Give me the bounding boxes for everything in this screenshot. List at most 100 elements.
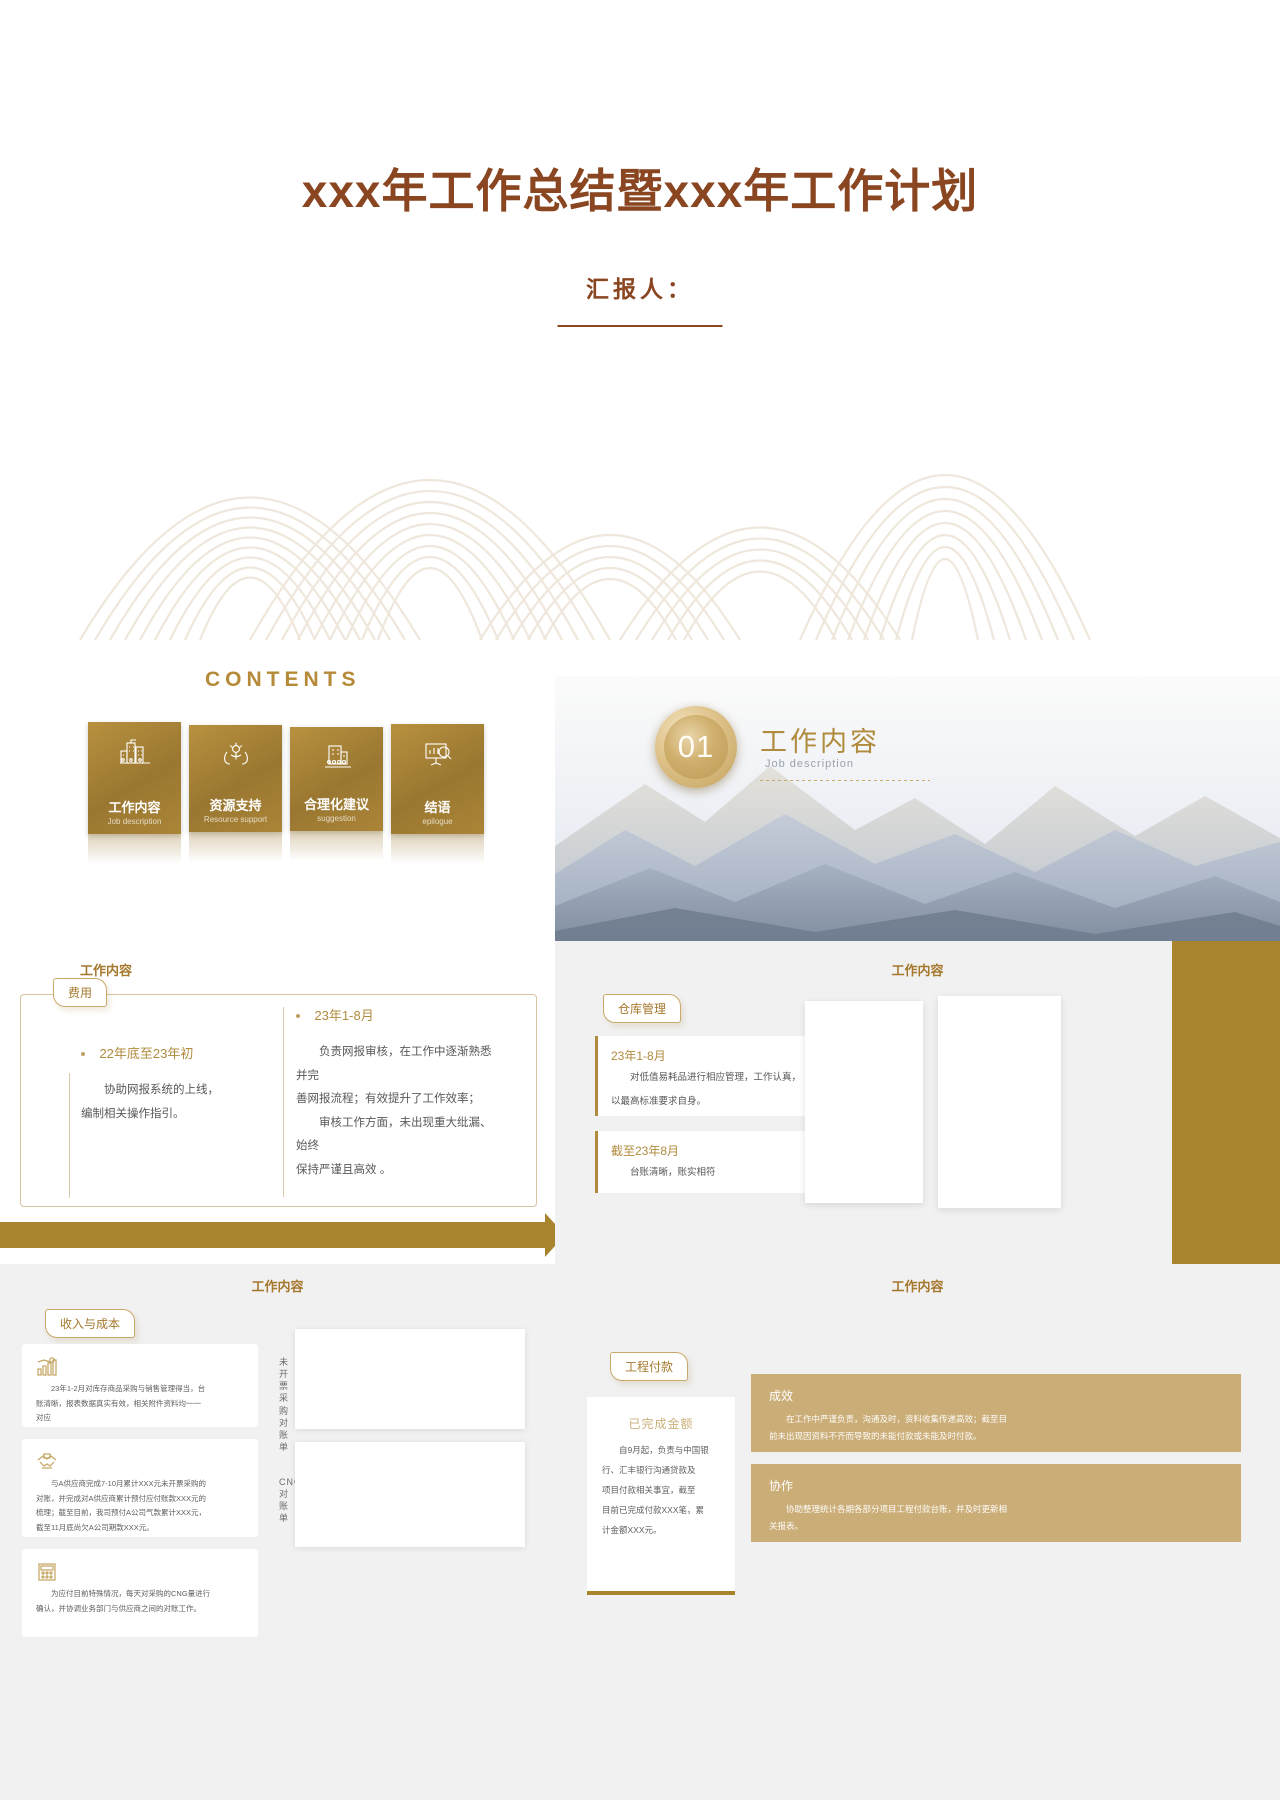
timeline-entry-right: 23年1-8月 负责网报审核，在工作中逐渐熟悉并完 善网报流程；有效提升了工作效… xyxy=(296,1005,496,1182)
accent-bar xyxy=(1172,941,1280,1264)
timeline-body-line: 善网报流程；有效提升了工作效率； xyxy=(296,1093,480,1106)
pill-label: 工程付款 xyxy=(610,1352,689,1381)
contents-card-label-en: Job description xyxy=(107,817,162,826)
timeline-body-line: 保持严谨且高效 。 xyxy=(296,1163,392,1176)
table-placeholder xyxy=(295,1442,525,1547)
revenue-item-line: 对应 xyxy=(36,1413,51,1423)
pill-label: 收入与成本 xyxy=(45,1309,136,1338)
warehouse-item-line: 台账清晰，账实相符 xyxy=(630,1167,716,1178)
payment-block-line: 协助整理统计各期各部分项目工程付款台账，并及时更新相 xyxy=(786,1504,1008,1514)
image-placeholder xyxy=(805,1001,923,1203)
revenue-item-line: 与A供应商完成7-10月累计XXX元未开票采购的 xyxy=(51,1479,207,1488)
payment-collaboration-block: 协作 协助整理统计各期各部分项目工程付款台账，并及时更新相 关报表。 xyxy=(751,1464,1241,1542)
contents-heading: CONTENTS xyxy=(205,668,361,691)
section-title-underline xyxy=(760,780,930,781)
warehouse-item-date: 截至23年8月 xyxy=(611,1144,680,1158)
timeline-body-line: 负责网报审核，在工作中逐渐熟悉并完 xyxy=(296,1046,492,1082)
hands-plant-icon xyxy=(220,741,252,774)
revenue-item-card: 23年1-2月对库存商品采购与销售管理得当，台 账清晰，报表数据真实有效，相关附… xyxy=(22,1344,258,1427)
contents-card-label-zh: 工作内容 xyxy=(108,799,161,815)
contents-card-label-zh: 合理化建议 xyxy=(303,796,369,812)
contents-slide: CONTENTS 工作内容 Job description 资源支持 Resou… xyxy=(0,640,555,940)
contents-card-label-en: Resource support xyxy=(203,815,268,824)
handshake-gold-icon xyxy=(36,1453,58,1476)
timeline-date-row: 23年1-8月 xyxy=(296,1005,496,1025)
contents-card-label-en: suggestion xyxy=(317,814,356,823)
contents-card-epilogue[interactable]: 结语 epilogue xyxy=(391,724,484,864)
slide-header: 工作内容 xyxy=(891,1279,944,1294)
warehouse-item-date: 23年1-8月 xyxy=(611,1049,666,1063)
contents-card-resource-support[interactable]: 资源支持 Resource support xyxy=(189,725,282,862)
timeline-entry-left: 22年底至23年初 协助网报系统的上线， 编制相关操作指引。 xyxy=(81,1043,281,1126)
revenue-item-line: 截至11月底尚欠A公司期款XXX元。 xyxy=(36,1522,154,1532)
completed-amount-card: 已完成金额 自9月起，负责与中国银 行、汇丰银行沟通贷款及 项目付款相关事宜，截… xyxy=(587,1397,735,1595)
decorative-arrow-band xyxy=(0,1222,545,1248)
pill-label: 费用 xyxy=(53,978,108,1007)
slide-header: 工作内容 xyxy=(80,963,133,978)
timeline-body-line: 审核工作方面，未出现重大纰漏、始终 xyxy=(296,1116,492,1153)
timeline-slide: 工作内容 费用 22年底至23年初 协助网报系统的上线， 编制相关操作指引。 2… xyxy=(0,941,565,1264)
revenue-item-line: 确认，并协调业务部门与供应商之间的对账工作。 xyxy=(36,1603,201,1613)
card-reflection xyxy=(88,834,181,864)
contents-card-list: 工作内容 Job description 资源支持 Resource suppo… xyxy=(88,722,484,864)
bullet-dot-icon xyxy=(81,1051,85,1056)
completed-amount-line: 计金额XXX元。 xyxy=(602,1524,662,1535)
timeline-date: 22年底至23年初 xyxy=(99,1046,194,1061)
timeline-axis-right xyxy=(283,1007,284,1197)
revenue-item-card: 与A供应商完成7-10月累计XXX元未开票采购的 对账，并完成对A供应商累计预付… xyxy=(22,1439,258,1537)
vertical-label-purchase: 未开票采购对账单 xyxy=(279,1357,290,1452)
contents-card-job-description[interactable]: 工作内容 Job description xyxy=(88,722,181,864)
slide-header: 工作内容 xyxy=(891,963,944,978)
city-buildings-icon xyxy=(118,738,152,773)
slide-header: 工作内容 xyxy=(251,1279,304,1294)
table-placeholder xyxy=(295,1329,525,1429)
completed-amount-line: 目前已完成付款XXX笔，累 xyxy=(602,1504,705,1515)
section-title-zh: 工作内容 xyxy=(760,727,880,757)
timeline-body-line: 协助网报系统的上线， xyxy=(104,1084,219,1096)
warehouse-slide: 工作内容 仓库管理 23年1-8月 对低值易耗品进行相应管理，工作认真， 以最高… xyxy=(555,941,1280,1264)
bullet-dot-icon xyxy=(296,1013,300,1018)
revenue-item-line: 为应付目前特殊情况，每天对采购的CNG量进行 xyxy=(51,1589,211,1598)
vertical-label-cng: CNG对账单 xyxy=(279,1477,302,1524)
section-number: 01 xyxy=(677,729,715,764)
image-placeholder xyxy=(938,996,1061,1208)
section-title-en: Job description xyxy=(765,758,854,770)
contents-card-label-zh: 资源支持 xyxy=(209,797,262,813)
presentation-page: xxx年工作总结暨xxx年工作计划 汇报人： CONTENTS 工作内容 Job… xyxy=(0,0,1280,1800)
chart-board-icon xyxy=(422,740,454,773)
revenue-item-line: 对账，并完成对A供应商累计预付应付账款XXX元的 xyxy=(36,1493,207,1503)
payment-block-line: 在工作中严谨负责，沟通及时，资料收集传递高效；截至目 xyxy=(786,1414,1008,1424)
timeline-body-line: 编制相关操作指引。 xyxy=(81,1107,185,1120)
card-reflection xyxy=(290,831,383,861)
card-reflection xyxy=(391,834,484,864)
mountain-lines-decoration xyxy=(0,280,1280,640)
section-number-badge: 01 xyxy=(655,706,737,788)
warehouse-item-line: 对低值易耗品进行相应管理，工作认真， xyxy=(630,1072,802,1083)
completed-amount-line: 项目付款相关事宜，截至 xyxy=(602,1484,696,1495)
contents-card-label-en: epilogue xyxy=(422,817,453,826)
timeline-axis-left xyxy=(69,1073,70,1198)
warehouse-item-card: 截至23年8月 台账清晰，账实相符 xyxy=(595,1131,820,1193)
section-divider-slide: 01 工作内容 Job description xyxy=(555,676,1280,941)
payment-slide: 工作内容 工程付款 已完成金额 自9月起，负责与中国银 行、汇丰银行沟通贷款及 … xyxy=(555,1264,1280,1800)
payment-category-pill: 工程付款 xyxy=(610,1352,689,1381)
warehouse-item-card: 23年1-8月 对低值易耗品进行相应管理，工作认真， 以最高标准要求自身。 xyxy=(595,1036,820,1116)
warehouse-category-pill: 仓库管理 xyxy=(603,994,682,1023)
payment-block-title: 成效 xyxy=(769,1389,794,1403)
pill-label: 仓库管理 xyxy=(603,994,682,1023)
timeline-date-row: 22年底至23年初 xyxy=(81,1043,281,1063)
completed-amount-title: 已完成金额 xyxy=(628,1417,694,1431)
payment-block-title: 协作 xyxy=(769,1479,794,1493)
payment-block-line: 关报表。 xyxy=(769,1520,804,1531)
revenue-category-pill: 收入与成本 xyxy=(45,1309,136,1338)
revenue-item-line: 梳理；截至目前，我司预付A公司气款累计XXX元， xyxy=(36,1508,207,1518)
cover-title: xxx年工作总结暨xxx年工作计划 xyxy=(301,165,979,217)
payment-block-line: 前未出现因资料不齐而导致的未能付款或未能及时付款。 xyxy=(769,1430,982,1441)
warehouse-item-line: 以最高标准要求自身。 xyxy=(611,1095,707,1107)
office-people-icon xyxy=(321,743,353,776)
presenter-label: 汇报人： xyxy=(586,276,694,302)
timeline-panel: 费用 22年底至23年初 协助网报系统的上线， 编制相关操作指引。 23年1-8… xyxy=(20,978,537,1207)
contents-card-suggestion[interactable]: 合理化建议 suggestion xyxy=(290,727,383,861)
card-reflection xyxy=(189,832,282,862)
revenue-item-line: 账清晰，报表数据真实有效，相关附件资料均一一 xyxy=(36,1398,201,1408)
